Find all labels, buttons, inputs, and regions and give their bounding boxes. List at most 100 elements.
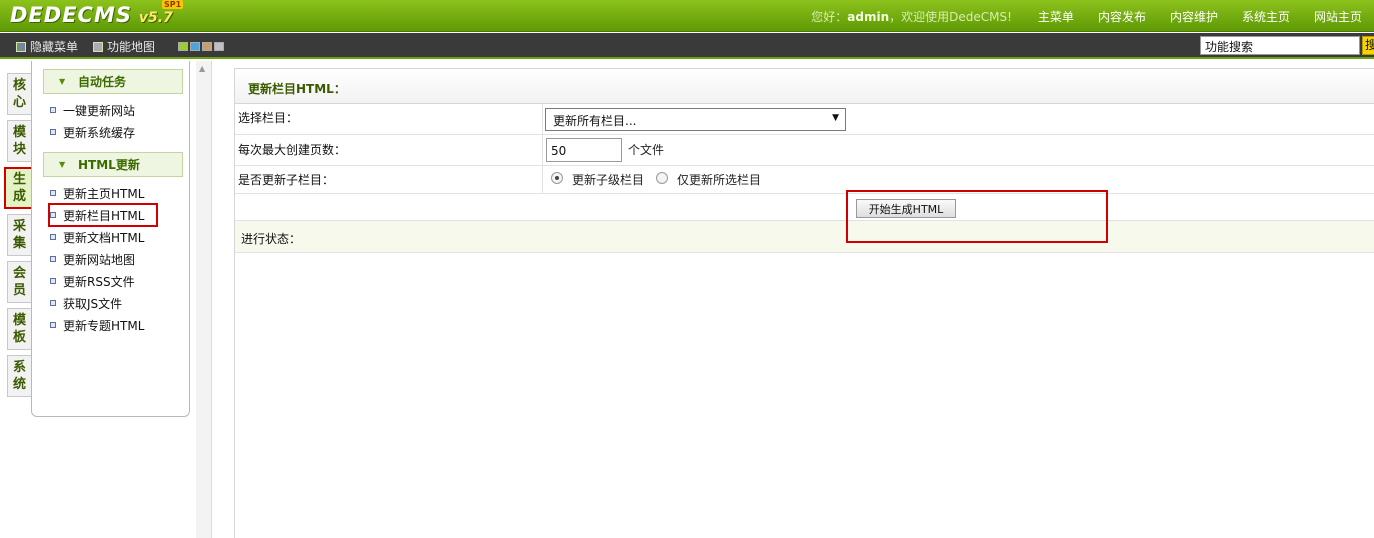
skin-swatch-gray[interactable] bbox=[214, 42, 224, 51]
update-children-label: 是否更新子栏目： bbox=[238, 173, 335, 187]
left-menu: ▼ 自动任务 一键更新网站 更新系统缓存 ▼ HTML更新 更新主页HTML 更… bbox=[31, 61, 190, 417]
nav-content-publish[interactable]: 内容发布 bbox=[1086, 8, 1158, 25]
max-pages-input[interactable]: 50 bbox=[546, 138, 622, 162]
top-header: DEDECMS v5.7 SP1 您好：admin，欢迎使用DedeCMS! 主… bbox=[0, 0, 1374, 32]
row-update-children: 是否更新子栏目： 更新子级栏目 仅更新所选栏目 bbox=[235, 166, 1374, 194]
frame-divider[interactable]: ▲ bbox=[196, 61, 212, 538]
bullet-icon bbox=[50, 129, 56, 135]
menu-item-update-cache[interactable]: 更新系统缓存 bbox=[50, 122, 135, 142]
tab-template-c1: 模 bbox=[12, 313, 26, 328]
start-generate-html-button[interactable]: 开始生成HTML bbox=[856, 199, 956, 218]
bullet-icon bbox=[50, 256, 56, 262]
row-generate: 开始生成HTML bbox=[235, 194, 1374, 221]
vertical-tabs: 核心 模块 生成 采集 会员 模板 系统 bbox=[0, 61, 35, 538]
tab-system-c2: 统 bbox=[12, 377, 26, 392]
welcome-text: 您好：admin，欢迎使用DedeCMS! bbox=[811, 8, 1012, 25]
row-separator bbox=[542, 166, 543, 194]
site-map-label: 功能地图 bbox=[107, 40, 156, 54]
menu-item-label: 更新系统缓存 bbox=[63, 125, 136, 140]
radio-selected-only[interactable] bbox=[656, 172, 668, 184]
nav-system-home[interactable]: 系统主页 bbox=[1230, 8, 1302, 25]
tab-system-c1: 系 bbox=[12, 360, 26, 375]
tab-collect-c1: 采 bbox=[12, 219, 26, 234]
nav-main-menu[interactable]: 主菜单 bbox=[1026, 8, 1086, 25]
radio-update-children-label[interactable]: 更新子级栏目 bbox=[572, 171, 644, 188]
radio-selected-only-label[interactable]: 仅更新所选栏目 bbox=[677, 171, 761, 188]
search-button[interactable]: 搜 bbox=[1362, 36, 1374, 55]
nav-site-home[interactable]: 网站主页 bbox=[1302, 8, 1374, 25]
logo-badge: SP1 bbox=[162, 0, 184, 9]
skin-swatch-blue[interactable] bbox=[190, 42, 200, 51]
skin-swatches bbox=[178, 42, 226, 51]
tab-template-c2: 板 bbox=[12, 330, 26, 345]
site-map-button[interactable]: 功能地图 bbox=[93, 38, 155, 55]
menu-group-title: 自动任务 bbox=[78, 75, 127, 89]
menu-item-update-rss[interactable]: 更新RSS文件 bbox=[50, 271, 135, 291]
menu-item-label: 获取JS文件 bbox=[63, 296, 123, 311]
logo-version: v5.7 bbox=[138, 10, 173, 26]
skin-swatch-green[interactable] bbox=[178, 42, 188, 51]
tab-collect[interactable]: 采集 bbox=[7, 214, 31, 256]
menu-item-update-column-html[interactable]: 更新栏目HTML bbox=[47, 203, 159, 227]
bullet-icon bbox=[50, 212, 56, 218]
row-separator bbox=[542, 135, 543, 166]
tab-system[interactable]: 系统 bbox=[7, 355, 31, 397]
tab-member-c2: 员 bbox=[12, 283, 26, 298]
bullet-icon bbox=[50, 234, 56, 240]
menu-group-title: HTML更新 bbox=[78, 158, 140, 172]
tab-template[interactable]: 模板 bbox=[7, 308, 31, 350]
tab-core[interactable]: 核心 bbox=[7, 73, 31, 115]
menu-item-one-click-update[interactable]: 一键更新网站 bbox=[50, 100, 135, 120]
tab-member-c1: 会 bbox=[12, 266, 26, 281]
tab-generate-c2: 成 bbox=[12, 189, 26, 204]
max-pages-label: 每次最大创建页数： bbox=[238, 143, 347, 157]
tab-core-c2: 心 bbox=[12, 95, 26, 110]
row-max-pages: 每次最大创建页数： 50 个文件 bbox=[235, 135, 1374, 166]
menu-group-auto-tasks[interactable]: ▼ 自动任务 bbox=[43, 69, 183, 94]
function-search-input[interactable]: 功能搜索 bbox=[1200, 36, 1360, 55]
menu-item-label: 更新文档HTML bbox=[63, 230, 145, 245]
hide-menu-label: 隐藏菜单 bbox=[30, 40, 79, 54]
status-label: 进行状态： bbox=[241, 232, 302, 246]
tab-member[interactable]: 会员 bbox=[7, 261, 31, 303]
grid-icon bbox=[93, 41, 103, 52]
menu-group-html-update[interactable]: ▼ HTML更新 bbox=[43, 152, 183, 177]
page-title: 更新栏目HTML： bbox=[235, 68, 1374, 104]
hide-menu-icon bbox=[16, 41, 26, 52]
column-select-value: 更新所有栏目... bbox=[553, 114, 637, 128]
menu-item-update-doc-html[interactable]: 更新文档HTML bbox=[50, 227, 144, 247]
toolbar: 隐藏菜单 功能地图 功能搜索 搜 bbox=[0, 33, 1374, 59]
bullet-icon bbox=[50, 278, 56, 284]
nav-content-maintain[interactable]: 内容维护 bbox=[1158, 8, 1230, 25]
main-content: 更新栏目HTML： 选择栏目： 更新所有栏目... ▼ 每次最大创建页数： 50… bbox=[235, 68, 1374, 538]
row-status: 进行状态： bbox=[235, 221, 1374, 253]
welcome-suffix: ，欢迎使用DedeCMS! bbox=[889, 9, 1012, 24]
chevron-down-icon: ▼ bbox=[59, 77, 66, 86]
scroll-up-arrow-icon[interactable]: ▲ bbox=[199, 64, 205, 73]
hide-menu-button[interactable]: 隐藏菜单 bbox=[16, 38, 78, 55]
row-separator bbox=[542, 104, 543, 135]
welcome-user: admin bbox=[847, 9, 890, 24]
menu-item-update-sitemap[interactable]: 更新网站地图 bbox=[50, 249, 135, 269]
tab-module-c2: 块 bbox=[12, 142, 26, 157]
tab-module[interactable]: 模块 bbox=[7, 120, 31, 162]
menu-item-label: 更新网站地图 bbox=[63, 252, 136, 267]
tab-generate-c1: 生 bbox=[12, 172, 26, 187]
row-select-column: 选择栏目： 更新所有栏目... ▼ bbox=[235, 104, 1374, 135]
menu-item-label: 更新RSS文件 bbox=[63, 274, 135, 289]
select-column-label: 选择栏目： bbox=[238, 111, 299, 125]
tab-core-c1: 核 bbox=[12, 78, 26, 93]
bullet-icon bbox=[50, 107, 56, 113]
menu-item-update-home-html[interactable]: 更新主页HTML bbox=[50, 183, 144, 203]
skin-swatch-brown[interactable] bbox=[202, 42, 212, 51]
radio-update-children[interactable] bbox=[551, 172, 563, 184]
dropdown-arrow-icon: ▼ bbox=[832, 113, 839, 123]
bullet-icon bbox=[50, 322, 56, 328]
bullet-icon bbox=[50, 300, 56, 306]
menu-item-label: 更新栏目HTML bbox=[63, 208, 145, 223]
logo-text: DEDECMS bbox=[10, 3, 132, 27]
menu-item-update-topic-html[interactable]: 更新专题HTML bbox=[50, 315, 144, 335]
column-select[interactable]: 更新所有栏目... ▼ bbox=[545, 108, 846, 131]
menu-item-get-js[interactable]: 获取JS文件 bbox=[50, 293, 122, 313]
bullet-icon bbox=[50, 190, 56, 196]
